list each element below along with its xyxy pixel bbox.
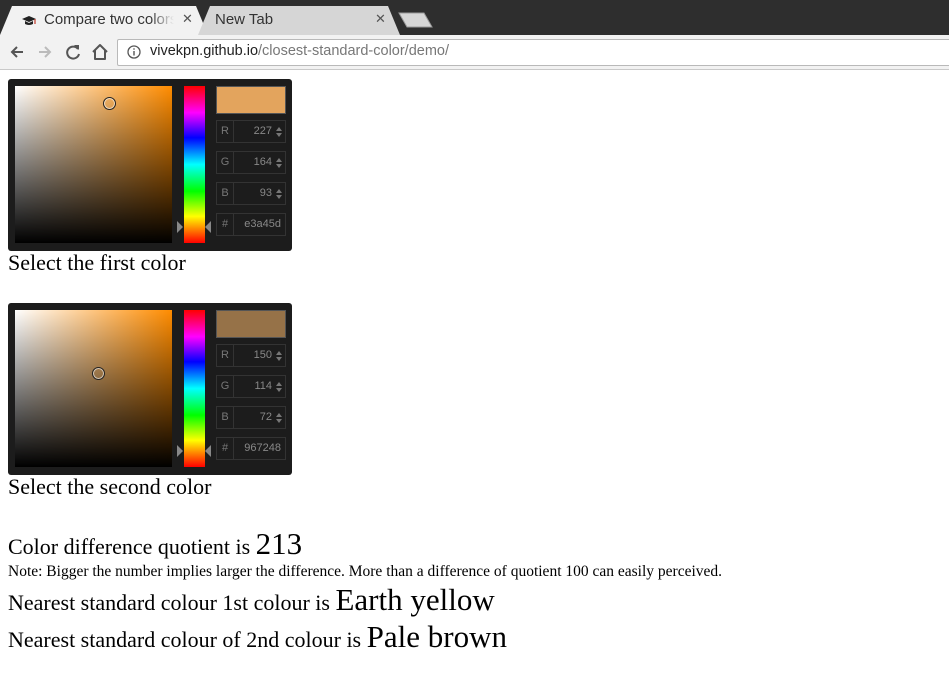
difference-value: 213: [255, 526, 303, 561]
green-label: G: [217, 152, 234, 173]
address-bar[interactable]: vivekpn.github.io/closest-standard-color…: [117, 39, 949, 66]
black-gradient: [15, 310, 172, 467]
hue-slider[interactable]: [184, 310, 205, 467]
hue-arrow-left-icon[interactable]: [177, 445, 183, 457]
home-icon[interactable]: [89, 41, 111, 63]
difference-line: Color difference quotient is 213: [8, 526, 302, 562]
hue-arrow-right-icon[interactable]: [205, 445, 211, 457]
blue-field[interactable]: B 93: [216, 182, 286, 205]
red-value[interactable]: 150: [254, 345, 272, 366]
close-icon[interactable]: ✕: [182, 11, 193, 29]
difference-note: Note: Bigger the number implies larger t…: [8, 563, 723, 580]
nearest-second-label: Nearest standard colour of 2nd colour is: [8, 627, 362, 652]
graduation-cap-icon: [22, 16, 36, 25]
spinner-icon[interactable]: [275, 350, 283, 362]
tab-title-fade: [150, 11, 174, 29]
color-cursor[interactable]: [92, 367, 105, 380]
green-label: G: [217, 376, 234, 397]
forward-arrow-icon[interactable]: [34, 41, 56, 63]
hex-field[interactable]: # e3a45d: [216, 213, 286, 236]
tab-strip: Compare two colors ✕ New Tab ✕: [0, 0, 949, 35]
hue-slider[interactable]: [184, 86, 205, 243]
new-tab-button[interactable]: [398, 12, 434, 28]
spinner-icon[interactable]: [275, 188, 283, 200]
nearest-first-line: Nearest standard colour 1st colour is Ea…: [8, 582, 495, 618]
spinner-icon[interactable]: [275, 381, 283, 393]
difference-label: Color difference quotient is: [8, 534, 251, 559]
blue-value[interactable]: 93: [260, 183, 272, 204]
tab-new-tab[interactable]: New Tab ✕: [198, 6, 404, 35]
color-swatch: [216, 86, 286, 114]
nearest-first-value: Earth yellow: [335, 582, 495, 617]
color-swatch: [216, 310, 286, 338]
green-value[interactable]: 164: [254, 152, 272, 173]
spinner-icon[interactable]: [275, 157, 283, 169]
black-gradient: [15, 86, 172, 243]
hex-value[interactable]: e3a45d: [244, 214, 281, 235]
green-field[interactable]: G 114: [216, 375, 286, 398]
second-color-caption: Select the second color: [8, 474, 212, 499]
spinner-icon[interactable]: [275, 126, 283, 138]
browser-toolbar: vivekpn.github.io/closest-standard-color…: [0, 35, 949, 70]
tab-compare-colors[interactable]: Compare two colors ✕: [0, 6, 212, 35]
color-picker-second: R 150 G 114 B 72 # 967248: [8, 303, 292, 475]
blue-value[interactable]: 72: [260, 407, 272, 428]
hue-arrow-right-icon[interactable]: [205, 221, 211, 233]
color-cursor[interactable]: [103, 97, 116, 110]
spinner-icon[interactable]: [275, 412, 283, 424]
close-icon[interactable]: ✕: [375, 11, 386, 29]
nearest-second-value: Pale brown: [366, 619, 507, 654]
red-label: R: [217, 345, 234, 366]
hex-field[interactable]: # 967248: [216, 437, 286, 460]
nearest-second-line: Nearest standard colour of 2nd colour is…: [8, 619, 507, 655]
url-path: /closest-standard-color/demo/: [258, 43, 450, 59]
url-host: vivekpn.github.io: [150, 43, 259, 59]
saturation-value-area[interactable]: [15, 310, 172, 467]
hex-label: #: [217, 214, 234, 235]
red-field[interactable]: R 227: [216, 120, 286, 143]
red-field[interactable]: R 150: [216, 344, 286, 367]
hex-value[interactable]: 967248: [244, 438, 281, 459]
red-value[interactable]: 227: [254, 121, 272, 142]
hue-arrow-left-icon[interactable]: [177, 221, 183, 233]
first-color-caption: Select the first color: [8, 250, 186, 275]
red-label: R: [217, 121, 234, 142]
green-value[interactable]: 114: [254, 376, 272, 397]
back-arrow-icon[interactable]: [6, 41, 28, 63]
nearest-first-label: Nearest standard colour 1st colour is: [8, 590, 330, 615]
blue-field[interactable]: B 72: [216, 406, 286, 429]
blue-label: B: [217, 407, 234, 428]
blue-label: B: [217, 183, 234, 204]
color-picker-first: R 227 G 164 B 93 # e3a45d: [8, 79, 292, 251]
hex-label: #: [217, 438, 234, 459]
green-field[interactable]: G 164: [216, 151, 286, 174]
url-text: vivekpn.github.io/closest-standard-color…: [150, 43, 449, 59]
saturation-value-area[interactable]: [15, 86, 172, 243]
reload-icon[interactable]: [62, 41, 84, 63]
info-icon[interactable]: [127, 45, 141, 59]
tab-title: New Tab: [215, 11, 274, 28]
